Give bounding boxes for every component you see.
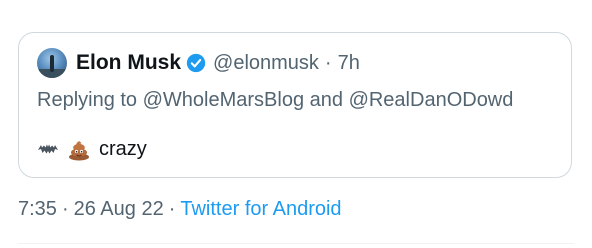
quoted-tweet-card[interactable]: Elon Musk @elonmusk · 7h Replying to @Wh… — [18, 32, 572, 178]
author-handle[interactable]: @elonmusk — [213, 52, 319, 75]
divider — [18, 243, 574, 244]
avatar[interactable] — [37, 48, 67, 78]
replying-to-text: Replying to @WholeMarsBlog and @RealDanO… — [37, 89, 514, 111]
bat-emoji-icon — [38, 144, 58, 154]
meta-separator: · — [168, 198, 176, 220]
tweet-age[interactable]: 7h — [338, 52, 360, 75]
clipped-previous-text: •••••••••• — [18, 0, 98, 6]
quoted-tweet-body: crazy — [37, 134, 147, 164]
meta-separator: · — [61, 198, 69, 220]
author-name[interactable]: Elon Musk — [76, 51, 181, 75]
quoted-tweet-header: Elon Musk @elonmusk · 7h — [37, 48, 360, 78]
pile-of-poo-emoji-icon — [69, 141, 89, 161]
tweet-date[interactable]: 26 Aug 22 — [74, 198, 164, 220]
tweet-source-link[interactable]: Twitter for Android — [180, 198, 341, 220]
quoted-tweet-text: crazy — [99, 137, 147, 160]
verified-badge-icon — [186, 53, 206, 73]
tweet-meta: 7:35 · 26 Aug 22 · Twitter for Android — [18, 198, 342, 221]
header-separator: · — [324, 51, 332, 74]
avatar-figure — [50, 55, 54, 72]
tweet-time[interactable]: 7:35 — [18, 198, 57, 220]
